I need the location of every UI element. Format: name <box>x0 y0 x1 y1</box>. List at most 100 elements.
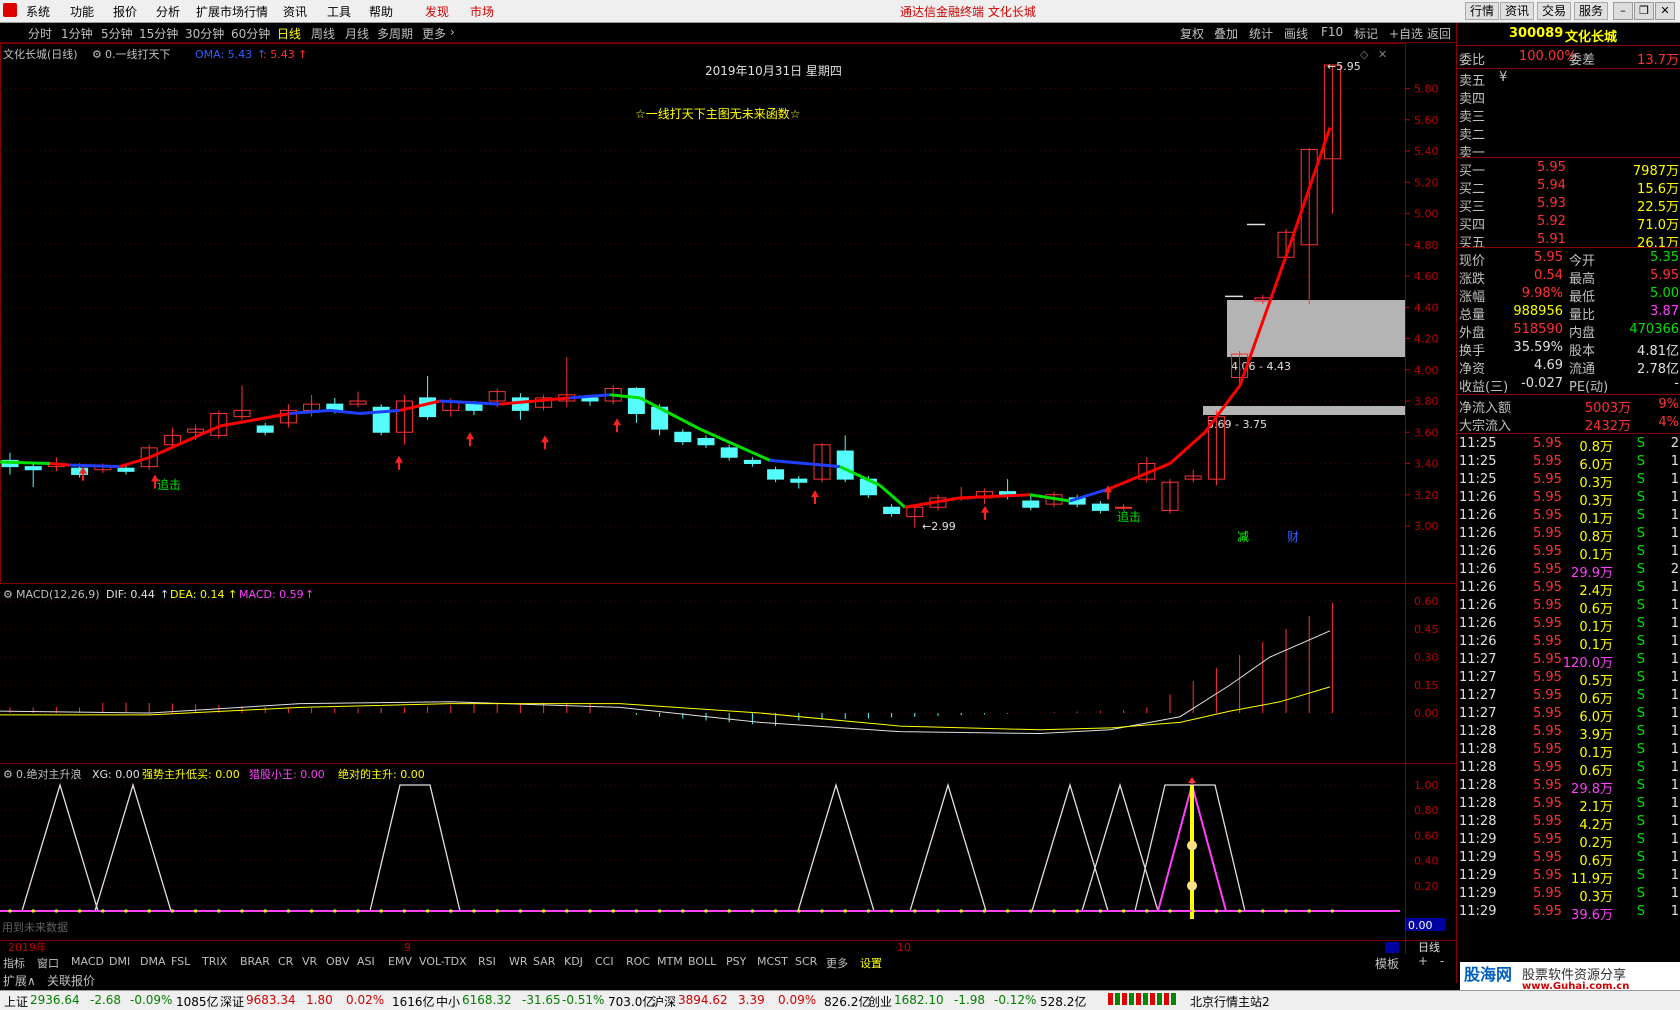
indicator-tab[interactable]: RSI <box>478 955 496 968</box>
toolbar-mark[interactable]: 标记 <box>1354 25 1378 42</box>
indicator-tab[interactable]: BOLL <box>688 955 716 968</box>
add-icon[interactable]: + <box>1418 954 1428 968</box>
index-value: 2936.64 <box>30 993 80 1007</box>
macd-label[interactable]: MACD(12,26,9) <box>16 588 100 601</box>
period-tab-active[interactable]: 日线 <box>277 25 301 42</box>
stat-row: 收益(三) -0.027 PE(动) - <box>1457 375 1680 395</box>
tick-row: 11:25 5.95 6.0万 S 1 <box>1457 453 1680 473</box>
period-tab[interactable]: 周线 <box>311 25 335 42</box>
indicator-tab[interactable]: 指标 <box>3 955 25 971</box>
toolbar-fuquan[interactable]: 复权 <box>1180 25 1204 42</box>
axis-tick-label: 4.00 <box>1414 364 1439 377</box>
indicator-name[interactable]: 0.一线打天下 <box>105 47 171 61</box>
candle-body <box>1022 500 1040 508</box>
period-tab[interactable]: 60分钟 <box>231 25 270 42</box>
index-name[interactable]: 中小 <box>436 993 460 1010</box>
btn-quotes[interactable]: 行情 <box>1465 2 1500 20</box>
toolbar-stats[interactable]: 统计 <box>1249 25 1273 42</box>
date-axis-scroll[interactable] <box>1385 942 1399 953</box>
toolbar-back[interactable]: 返回 <box>1427 25 1451 42</box>
baseline-dot <box>1284 909 1288 913</box>
indicator-tab[interactable]: WR <box>509 955 528 968</box>
indicator-tab[interactable]: 窗口 <box>37 955 59 971</box>
restore-icon[interactable]: ❐ <box>1634 2 1654 20</box>
menu-ext-market[interactable]: 扩展市场行情 <box>196 3 268 20</box>
indicator-tab[interactable]: DMA <box>140 955 166 968</box>
indicator-tab[interactable]: OBV <box>326 955 349 968</box>
indicator-tab[interactable]: EMV <box>388 955 412 968</box>
indicator-tab[interactable]: 设置 <box>860 955 882 971</box>
toolbar-draw[interactable]: 画线 <box>1284 25 1308 42</box>
indicator-tab[interactable]: CCI <box>595 955 614 968</box>
buy-arrow-icon <box>811 490 819 505</box>
baseline-dot <box>263 909 267 913</box>
kline-chart[interactable]: 5.80 5.60 5.40 5.20 5.00 4.80 4.60 4.40 4.20 4.00… <box>0 43 1456 954</box>
gear-icon[interactable]: ⚙ <box>3 768 13 781</box>
menu-info[interactable]: 资讯 <box>283 3 307 20</box>
period-tab[interactable]: 1分钟 <box>61 25 93 42</box>
axis-tick-label: 0.60 <box>1414 829 1439 842</box>
gear-icon[interactable]: ⚙ <box>3 588 13 601</box>
toolbar-overlay[interactable]: 叠加 <box>1214 25 1238 42</box>
menu-analysis[interactable]: 分析 <box>156 3 180 20</box>
indicator-tab[interactable]: FSL <box>171 955 190 968</box>
btn-news[interactable]: 资讯 <box>1500 2 1535 20</box>
gear-icon[interactable]: ⚙ <box>92 48 102 61</box>
template-button[interactable]: 模板 <box>1375 955 1399 972</box>
chevron-right-icon[interactable]: › <box>450 25 455 39</box>
indicator-tab[interactable]: MACD <box>71 955 104 968</box>
restore-chart-icon[interactable]: ◇ <box>1360 48 1369 61</box>
tick-side: S <box>1636 724 1645 739</box>
period-tab[interactable]: 月线 <box>345 25 369 42</box>
minimize-icon[interactable]: – <box>1613 2 1633 20</box>
date-axis-mode[interactable]: 日线 <box>1418 940 1440 954</box>
toolbar-add-favorite[interactable]: +自选 <box>1389 25 1423 42</box>
period-tab-more[interactable]: 更多 <box>422 25 446 42</box>
indicator-tab[interactable]: SCR <box>795 955 817 968</box>
indicator-tab[interactable]: CR <box>278 955 293 968</box>
indicator-tab[interactable]: ROC <box>626 955 650 968</box>
indicator-tab[interactable]: KDJ <box>564 955 583 968</box>
stat-label: PE(动) <box>1569 380 1609 395</box>
indicator-tab[interactable]: ASI <box>357 955 375 968</box>
indicator-tab[interactable]: VR <box>302 955 317 968</box>
indicator-tab[interactable]: DMI <box>109 955 130 968</box>
indicator-tab[interactable]: MTM <box>657 955 683 968</box>
toolbar-f10[interactable]: F10 <box>1321 25 1343 39</box>
period-tab[interactable]: 分时 <box>28 25 52 42</box>
index-name[interactable]: 沪深 <box>652 993 676 1010</box>
close-icon[interactable]: ✕ <box>1655 2 1675 20</box>
minus-icon[interactable]: - <box>1440 954 1444 968</box>
btn-trade[interactable]: 交易 <box>1537 2 1572 20</box>
index-name[interactable]: 上证 <box>4 993 28 1010</box>
index-amount: 528.2亿 <box>1040 995 1087 1009</box>
period-tab[interactable]: 多周期 <box>377 25 413 42</box>
indicator-tab[interactable]: MCST <box>757 955 788 968</box>
menu-system[interactable]: 系统 <box>26 3 50 20</box>
tick-time: 11:28 <box>1459 778 1497 793</box>
indicator-tab[interactable]: TRIX <box>202 955 227 968</box>
menu-function[interactable]: 功能 <box>70 3 94 20</box>
indicator-tab[interactable]: PSY <box>726 955 746 968</box>
period-tab[interactable]: 30分钟 <box>185 25 224 42</box>
ext-toggle[interactable]: 扩展∧ <box>3 972 36 989</box>
menu-discover[interactable]: 发现 <box>425 3 449 20</box>
btn-service[interactable]: 服务 <box>1574 2 1609 20</box>
candle-body <box>767 469 785 480</box>
menu-tools[interactable]: 工具 <box>327 3 351 20</box>
index-name[interactable]: 深证 <box>220 993 244 1010</box>
related-quotes-tab[interactable]: 关联报价 <box>47 972 95 989</box>
sub3-label[interactable]: 0.绝对主升浪 <box>16 767 82 781</box>
indicator-tab[interactable]: 更多 <box>826 955 848 971</box>
period-tab[interactable]: 15分钟 <box>139 25 178 42</box>
close-chart-icon[interactable]: ✕ <box>1378 48 1387 61</box>
period-tab[interactable]: 5分钟 <box>101 25 133 42</box>
index-name[interactable]: 创业 <box>868 993 892 1010</box>
indicator-tab[interactable]: BRAR <box>240 955 270 968</box>
server-name[interactable]: 北京行情主站2 <box>1190 993 1270 1010</box>
menu-help[interactable]: 帮助 <box>369 3 393 20</box>
indicator-tab[interactable]: VOL-TDX <box>419 955 467 968</box>
menu-market[interactable]: 市场 <box>470 3 494 20</box>
menu-quote[interactable]: 报价 <box>113 3 137 20</box>
indicator-tab[interactable]: SAR <box>533 955 555 968</box>
